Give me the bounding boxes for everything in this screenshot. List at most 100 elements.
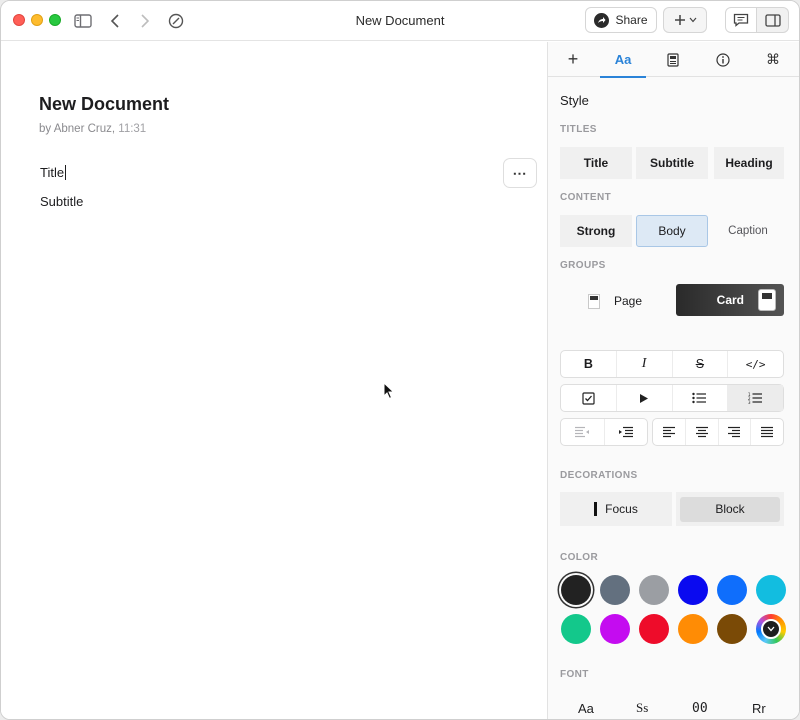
toggle-list-button[interactable] [617, 385, 673, 411]
align-right-button[interactable] [719, 419, 752, 445]
group-page-button[interactable]: Page [564, 284, 670, 318]
maximize-window-button[interactable] [49, 14, 61, 26]
compass-icon[interactable] [166, 11, 186, 31]
share-icon [594, 12, 610, 28]
text-line-subtitle[interactable]: Subtitle [40, 194, 83, 209]
section-decorations: DECORATIONS [560, 470, 638, 481]
share-button[interactable]: Share [585, 7, 657, 33]
color-swatch[interactable] [678, 575, 708, 605]
section-font: FONT [560, 669, 589, 680]
indent-row [560, 418, 648, 446]
chevron-down-icon [689, 17, 696, 23]
color-swatch[interactable] [717, 575, 747, 605]
inline-format-row: B I S </> [560, 350, 784, 378]
checkbox-icon [582, 391, 595, 405]
section-content: CONTENT [560, 192, 612, 203]
decoration-block-label: Block [680, 496, 780, 522]
color-swatch[interactable] [639, 575, 669, 605]
app-window: New Document Share New Document by Abner… [0, 0, 800, 720]
bold-button[interactable]: B [561, 351, 617, 377]
section-titles: TITLES [560, 124, 597, 135]
font-option-sans[interactable]: Aa [578, 701, 594, 716]
color-swatch[interactable] [561, 614, 591, 644]
play-triangle-icon [640, 393, 649, 403]
more-options-button[interactable]: ⋯ [503, 158, 537, 188]
tab-style[interactable]: Aa [598, 42, 648, 78]
comment-icon [733, 13, 749, 27]
tab-info[interactable] [698, 42, 748, 77]
share-label: Share [615, 13, 648, 27]
font-option-rounded[interactable]: Rr [752, 701, 766, 716]
tab-shortcuts[interactable]: ⌘ [748, 42, 798, 77]
text-line-title[interactable]: Title [40, 165, 67, 180]
align-center-icon [695, 426, 708, 438]
forward-arrow-icon[interactable] [137, 11, 153, 31]
italic-button[interactable]: I [617, 351, 673, 377]
minimize-window-button[interactable] [31, 14, 43, 26]
strikethrough-button[interactable]: S [673, 351, 729, 377]
document-title[interactable]: New Document [39, 94, 169, 115]
tab-insert[interactable]: + [548, 42, 598, 77]
plus-icon: + [567, 49, 579, 69]
comments-button[interactable] [725, 7, 757, 33]
color-swatch[interactable] [717, 614, 747, 644]
inspector-toggle-button[interactable] [757, 7, 789, 33]
color-swatch[interactable] [756, 575, 786, 605]
align-center-button[interactable] [686, 419, 719, 445]
color-swatch[interactable] [678, 614, 708, 644]
close-window-button[interactable] [13, 14, 25, 26]
color-swatch[interactable] [600, 614, 630, 644]
font-option-mono[interactable]: 00 [692, 701, 708, 716]
card-icon [758, 289, 776, 311]
section-groups: GROUPS [560, 260, 606, 271]
alignment-row [652, 418, 784, 446]
back-arrow-icon[interactable] [107, 11, 123, 31]
document-time: 11:31 [118, 123, 147, 135]
section-color: COLOR [560, 552, 599, 563]
decoration-focus-label: Focus [605, 502, 638, 516]
document-icon [667, 52, 679, 67]
style-caption-button[interactable]: Caption [712, 215, 784, 247]
bullet-list-button[interactable] [673, 385, 729, 411]
style-title-button[interactable]: Title [560, 147, 632, 179]
color-swatch[interactable] [639, 614, 669, 644]
line-title-text: Title [40, 165, 65, 180]
style-subtitle-button[interactable]: Subtitle [636, 147, 708, 179]
tab-document[interactable] [648, 42, 698, 77]
style-strong-button[interactable]: Strong [560, 215, 632, 247]
group-card-button[interactable]: Card [676, 284, 784, 316]
focus-bar-icon [594, 502, 598, 516]
decoration-focus-button[interactable]: Focus [560, 492, 672, 526]
color-swatch[interactable] [561, 575, 591, 605]
page-icon [588, 293, 600, 309]
add-menu-button[interactable] [663, 7, 707, 33]
indent-button[interactable] [605, 419, 648, 445]
code-button[interactable]: </> [728, 351, 783, 377]
document-editor[interactable]: New Document by Abner Cruz, 11:31 Title … [1, 42, 547, 719]
justify-icon [761, 426, 774, 438]
align-right-icon [728, 426, 741, 438]
title-bar: New Document Share [1, 1, 799, 41]
decoration-block-button[interactable]: Block [676, 492, 784, 526]
style-body-button[interactable]: Body [636, 215, 708, 247]
custom-color-picker[interactable] [756, 614, 786, 644]
bullet-list-icon [692, 392, 707, 404]
font-option-serif[interactable]: Ss [636, 700, 648, 716]
info-icon [716, 52, 730, 67]
align-left-button[interactable] [653, 419, 686, 445]
checklist-button[interactable] [561, 385, 617, 411]
style-heading-button[interactable]: Heading [714, 147, 784, 179]
right-sidebar-icon [764, 13, 781, 27]
group-card-label: Card [716, 293, 744, 307]
style-inspector-panel: + Aa ⌘ Style TITLES Title Subtitle Headi… [547, 42, 799, 719]
sidebar-toggle-icon[interactable] [73, 11, 93, 31]
block-format-row: 123 [560, 384, 784, 412]
color-swatch[interactable] [600, 575, 630, 605]
inspector-tabs: + Aa ⌘ [548, 42, 799, 78]
style-heading: Style [560, 93, 589, 108]
numbered-list-button[interactable]: 123 [728, 385, 783, 411]
align-left-icon [662, 426, 675, 438]
chevron-down-icon [761, 619, 781, 639]
justify-button[interactable] [751, 419, 783, 445]
outdent-button[interactable] [561, 419, 605, 445]
